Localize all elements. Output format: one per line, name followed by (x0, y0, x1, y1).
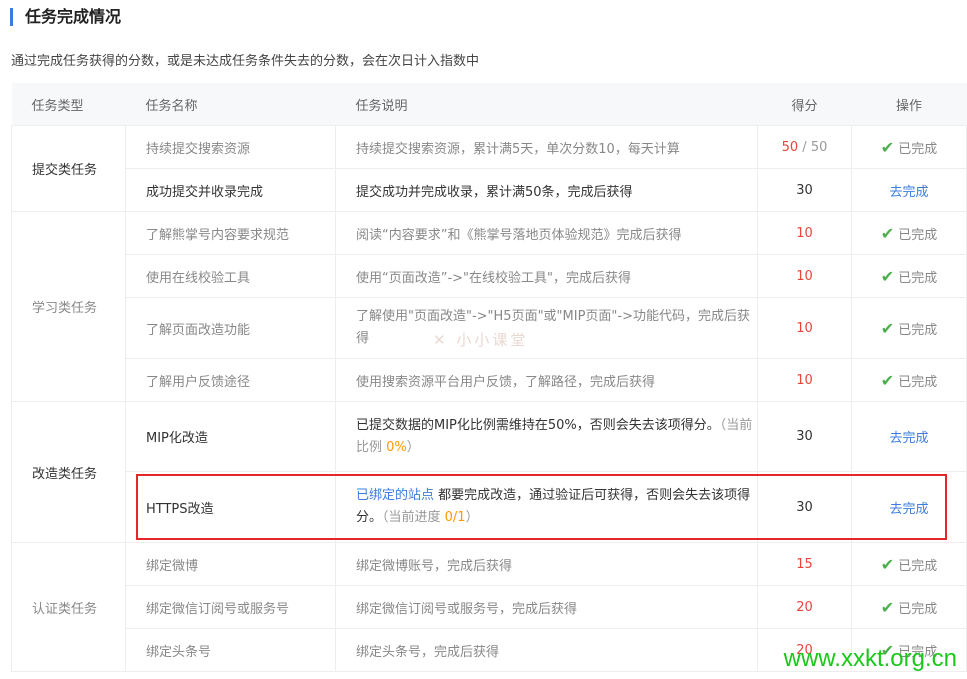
task-desc: 绑定微博账号，完成后获得 (335, 542, 758, 586)
category-learn: 学习类任务 (11, 211, 126, 402)
task-score: 50 / 50 (757, 125, 852, 169)
x-logo-icon: ✕ (433, 331, 449, 349)
section-title: 任务完成情况 (10, 8, 121, 26)
task-table: 任务类型 任务名称 任务说明 得分 操作 提交类任务 持续提交搜索资源 持续提交… (11, 83, 967, 672)
task-score: 30 (757, 168, 852, 212)
category-transform: 改造类任务 (11, 401, 126, 543)
task-status: ✔ 已完成 (851, 211, 967, 255)
check-icon: ✔ (880, 266, 895, 286)
table-row: 认证类任务 绑定微博 绑定微博账号，完成后获得 15 ✔ 已完成 (11, 542, 967, 672)
task-action: 去完成 (851, 401, 967, 472)
check-icon: ✔ (880, 137, 895, 157)
task-desc: 已绑定的站点 都要完成改造，通过验证后可获得，否则会失去该项得分。（当前进度 0… (335, 471, 758, 543)
task-desc: 已提交数据的MIP化比例需维持在50%，否则会失去该项得分。（当前比例 0%） (335, 401, 758, 472)
col-op: 操作 (851, 83, 967, 126)
task-name: MIP化改造 (125, 401, 336, 472)
task-score: 10 (757, 254, 852, 298)
task-name: 绑定头条号 (125, 628, 336, 672)
table-row: 提交类任务 持续提交搜索资源 持续提交搜索资源，累计满5天，单次分数10，每天计… (11, 125, 967, 212)
task-status: ✔ 已完成 (851, 297, 967, 359)
task-action: 去完成 (851, 471, 967, 543)
check-icon: ✔ (880, 597, 895, 617)
go-complete-link[interactable]: 去完成 (889, 185, 928, 200)
section-description: 通过完成任务获得的分数，或是未达成任务条件失去的分数，会在次日计入指数中 (11, 54, 480, 69)
task-status: ✔ 已完成 (851, 125, 967, 169)
task-name: 成功提交并收录完成 (125, 168, 336, 212)
table-row: 绑定微信订阅号或服务号 绑定微信订阅号或服务号，完成后获得 20 ✔ 已完成 (12, 585, 967, 629)
table-row: 使用在线校验工具 使用“页面改造”->"在线校验工具"，完成后获得 10 ✔ 已完… (12, 254, 967, 298)
col-name: 任务名称 (125, 83, 336, 126)
table-row: HTTPS改造 已绑定的站点 都要完成改造，通过验证后可获得，否则会失去该项得分… (12, 471, 967, 543)
task-status: ✔ 已完成 (851, 254, 967, 298)
task-action: 去完成 (851, 168, 967, 212)
table-row: 了解用户反馈途径 使用搜索资源平台用户反馈，了解路径，完成后获得 10 ✔ 已完成 (12, 358, 967, 402)
task-name: 绑定微信订阅号或服务号 (125, 585, 336, 629)
check-icon: ✔ (880, 318, 895, 338)
task-score: 10 (757, 297, 852, 359)
task-name: 了解熊掌号内容要求规范 (125, 211, 336, 255)
watermark: ✕ 小小课堂 (433, 331, 529, 349)
task-score: 20 (757, 585, 852, 629)
task-desc: 持续提交搜索资源，累计满5天，单次分数10，每天计算 (335, 125, 758, 169)
category-submit: 提交类任务 (11, 125, 126, 212)
task-score: 30 (757, 401, 852, 472)
go-complete-link[interactable]: 去完成 (889, 502, 928, 517)
task-score: 30 (757, 471, 852, 543)
check-icon: ✔ (880, 554, 895, 574)
task-name: 持续提交搜索资源 (125, 125, 336, 169)
task-desc: 提交成功并完成收录，累计满50条，完成后获得 (335, 168, 758, 212)
table-row: 学习类任务 了解熊掌号内容要求规范 阅读“内容要求”和《熊掌号落地页体验规范》完… (11, 211, 967, 402)
task-desc: 阅读“内容要求”和《熊掌号落地页体验规范》完成后获得 (335, 211, 758, 255)
table-row: 改造类任务 MIP化改造 已提交数据的MIP化比例需维持在50%，否则会失去该项… (11, 401, 967, 543)
go-complete-link[interactable]: 去完成 (889, 431, 928, 446)
check-icon: ✔ (880, 370, 895, 390)
category-verify: 认证类任务 (11, 542, 126, 672)
task-score: 10 (757, 358, 852, 402)
task-desc: 使用搜索资源平台用户反馈，了解路径，完成后获得 (335, 358, 758, 402)
task-score: 10 (757, 211, 852, 255)
task-name: HTTPS改造 (125, 471, 336, 543)
task-status: ✔ 已完成 (851, 542, 967, 586)
task-name: 了解页面改造功能 (125, 297, 336, 359)
site-watermark: www.xxkt.org.cn (783, 645, 957, 672)
bound-sites-link[interactable]: 已绑定的站点 (356, 488, 434, 503)
task-desc: 了解使用"页面改造"->"H5页面"或"MIP页面"->功能代码，完成后获得 (335, 297, 758, 359)
col-score: 得分 (757, 83, 852, 126)
table-row: 成功提交并收录完成 提交成功并完成收录，累计满50条，完成后获得 30 去完成 (12, 168, 967, 212)
check-icon: ✔ (880, 223, 895, 243)
task-name: 使用在线校验工具 (125, 254, 336, 298)
task-status: ✔ 已完成 (851, 585, 967, 629)
task-name: 绑定微博 (125, 542, 336, 586)
table-header: 任务类型 任务名称 任务说明 得分 操作 (11, 83, 967, 126)
task-name: 了解用户反馈途径 (125, 358, 336, 402)
task-desc: 绑定头条号，完成后获得 (335, 628, 758, 672)
task-score: 15 (757, 542, 852, 586)
task-desc: 绑定微信订阅号或服务号，完成后获得 (335, 585, 758, 629)
task-status: ✔ 已完成 (851, 358, 967, 402)
col-type: 任务类型 (11, 83, 126, 126)
col-desc: 任务说明 (335, 83, 758, 126)
task-desc: 使用“页面改造”->"在线校验工具"，完成后获得 (335, 254, 758, 298)
